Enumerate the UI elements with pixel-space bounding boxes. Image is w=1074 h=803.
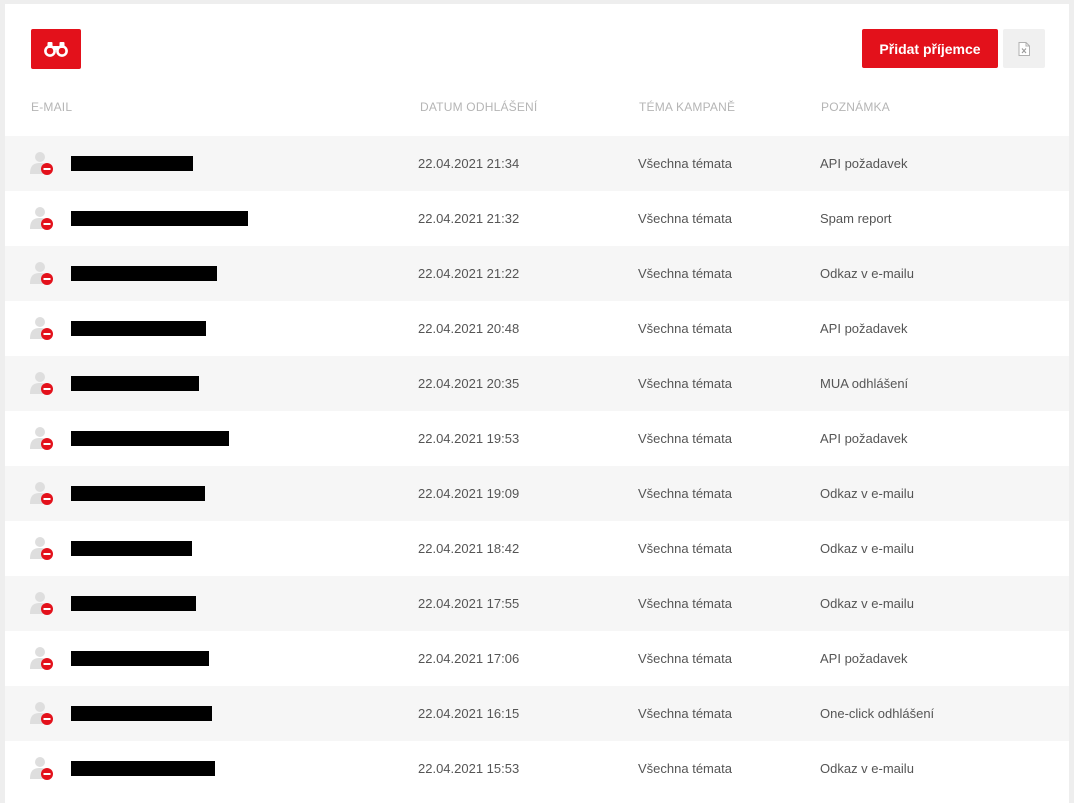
unsubscribed-user-icon	[29, 535, 55, 561]
unsubscribe-date: 22.04.2021 16:15	[418, 706, 520, 721]
email-redacted	[71, 376, 199, 391]
table-row[interactable]: 22.04.2021 18:42 Všechna témata Odkaz v …	[5, 521, 1069, 576]
unsubscribe-date: 22.04.2021 20:35	[418, 376, 520, 391]
note: MUA odhlášení	[820, 376, 909, 391]
unsubscribe-date: 22.04.2021 21:32	[418, 211, 520, 226]
email-redacted	[71, 651, 209, 666]
table-row[interactable]: 22.04.2021 21:22 Všechna témata Odkaz v …	[5, 246, 1069, 301]
unsubscribe-date: 22.04.2021 15:53	[418, 761, 520, 776]
table-row[interactable]: 22.04.2021 19:09 Všechna témata Odkaz v …	[5, 466, 1069, 521]
campaign-topic: Všechna témata	[638, 541, 732, 556]
unsubscribe-date: 22.04.2021 18:42	[418, 541, 520, 556]
campaign-topic: Všechna témata	[638, 486, 732, 501]
campaign-topic: Všechna témata	[638, 211, 732, 226]
email-redacted	[71, 541, 192, 556]
unsubscribed-user-icon	[29, 590, 55, 616]
email-redacted	[71, 761, 215, 776]
unsubscribed-user-icon	[29, 480, 55, 506]
email-redacted	[71, 596, 196, 611]
column-header-note[interactable]: POZNÁMKA	[821, 100, 890, 114]
table-row[interactable]: 22.04.2021 16:15 Všechna témata One-clic…	[5, 686, 1069, 741]
note: API požadavek	[820, 321, 908, 336]
campaign-topic: Všechna témata	[638, 156, 732, 171]
binoculars-icon	[44, 42, 68, 57]
note: Odkaz v e-mailu	[820, 266, 914, 281]
table-row[interactable]: 22.04.2021 21:32 Všechna témata Spam rep…	[5, 191, 1069, 246]
campaign-topic: Všechna témata	[638, 651, 732, 666]
export-button[interactable]	[1003, 29, 1045, 68]
excel-file-icon	[1018, 41, 1030, 56]
unsubscribed-user-icon	[29, 700, 55, 726]
note: Odkaz v e-mailu	[820, 486, 914, 501]
note: Odkaz v e-mailu	[820, 596, 914, 611]
table-row[interactable]: 22.04.2021 20:35 Všechna témata MUA odhl…	[5, 356, 1069, 411]
campaign-topic: Všechna témata	[638, 706, 732, 721]
unsubscribe-date: 22.04.2021 20:48	[418, 321, 520, 336]
table-row[interactable]: 22.04.2021 19:53 Všechna témata API poža…	[5, 411, 1069, 466]
campaign-topic: Všechna témata	[638, 431, 732, 446]
note: Spam report	[820, 211, 892, 226]
email-redacted	[71, 211, 248, 226]
unsubscribed-user-icon	[29, 205, 55, 231]
campaign-topic: Všechna témata	[638, 266, 732, 281]
unsubscribe-date: 22.04.2021 19:09	[418, 486, 520, 501]
unsubscribed-user-icon	[29, 260, 55, 286]
campaign-topic: Všechna témata	[638, 596, 732, 611]
campaign-topic: Všechna témata	[638, 376, 732, 391]
unsubscribe-date: 22.04.2021 17:06	[418, 651, 520, 666]
column-header-campaign-topic[interactable]: TÉMA KAMPANĚ	[639, 100, 735, 114]
note: API požadavek	[820, 156, 908, 171]
table-row[interactable]: 22.04.2021 17:06 Všechna témata API poža…	[5, 631, 1069, 686]
table-row[interactable]: 22.04.2021 20:48 Všechna témata API poža…	[5, 301, 1069, 356]
email-redacted	[71, 431, 229, 446]
add-recipient-label: Přidat příjemce	[879, 40, 981, 57]
unsubscribed-user-icon	[29, 370, 55, 396]
email-redacted	[71, 156, 193, 171]
campaign-topic: Všechna témata	[638, 761, 732, 776]
unsubscribe-date: 22.04.2021 21:34	[418, 156, 520, 171]
recipients-panel: Přidat příjemce E-MAIL DATUM ODHLÁŠENÍ T…	[5, 4, 1069, 803]
unsubscribed-user-icon	[29, 315, 55, 341]
unsubscribe-date: 22.04.2021 17:55	[418, 596, 520, 611]
unsubscribed-user-icon	[29, 150, 55, 176]
table-row[interactable]: 22.04.2021 15:53 Všechna témata Odkaz v …	[5, 741, 1069, 796]
column-header-unsubscribe-date[interactable]: DATUM ODHLÁŠENÍ	[420, 100, 537, 114]
note: One-click odhlášení	[820, 706, 935, 721]
email-redacted	[71, 266, 217, 281]
note: Odkaz v e-mailu	[820, 761, 914, 776]
unsubscribed-user-icon	[29, 755, 55, 781]
unsubscribe-date: 22.04.2021 19:53	[418, 431, 520, 446]
recipients-table-body: 22.04.2021 21:34 Všechna témata API poža…	[5, 136, 1069, 796]
table-row[interactable]: 22.04.2021 17:55 Všechna témata Odkaz v …	[5, 576, 1069, 631]
column-header-email[interactable]: E-MAIL	[31, 100, 72, 114]
unsubscribe-date: 22.04.2021 21:22	[418, 266, 520, 281]
search-button[interactable]	[31, 29, 81, 69]
note: API požadavek	[820, 431, 908, 446]
add-recipient-button[interactable]: Přidat příjemce	[862, 29, 998, 68]
email-redacted	[71, 706, 212, 721]
note: Odkaz v e-mailu	[820, 541, 914, 556]
table-row[interactable]: 22.04.2021 21:34 Všechna témata API poža…	[5, 136, 1069, 191]
email-redacted	[71, 321, 206, 336]
email-redacted	[71, 486, 205, 501]
campaign-topic: Všechna témata	[638, 321, 732, 336]
unsubscribed-user-icon	[29, 425, 55, 451]
note: API požadavek	[820, 651, 908, 666]
unsubscribed-user-icon	[29, 645, 55, 671]
